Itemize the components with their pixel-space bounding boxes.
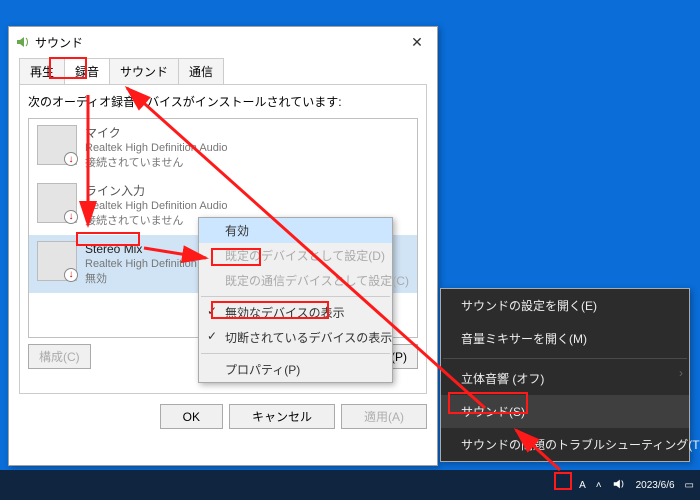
- sound-tray-context-menu: サウンドの設定を開く(E) 音量ミキサーを開く(M) 立体音響 (オフ)› サウ…: [440, 288, 690, 462]
- ctx-properties[interactable]: プロパティ(P): [199, 357, 392, 382]
- window-title: サウンド: [35, 34, 83, 51]
- device-driver: Realtek High Definition Audio: [85, 141, 227, 156]
- apply-button[interactable]: 適用(A): [341, 404, 427, 429]
- cancel-button[interactable]: キャンセル: [229, 404, 335, 429]
- down-arrow-icon: ↓: [64, 152, 78, 166]
- mic-icon: ↓: [37, 125, 77, 165]
- ok-button[interactable]: OK: [160, 404, 223, 429]
- close-button[interactable]: ✕: [397, 27, 437, 57]
- notification-icon[interactable]: ▭: [685, 480, 694, 491]
- ctx-show-disabled[interactable]: ✓無効なデバイスの表示: [199, 300, 392, 325]
- ctx-troubleshoot[interactable]: サウンドの問題のトラブルシューティング(T): [441, 428, 689, 461]
- ctx-open-volume-mixer[interactable]: 音量ミキサーを開く(M): [441, 322, 689, 355]
- ctx-show-disconnected[interactable]: ✓切断されているデバイスの表示: [199, 325, 392, 350]
- device-context-menu: 有効 既定のデバイスとして設定(D) 既定の通信デバイスとして設定(C) ✓無効…: [198, 217, 393, 383]
- device-name: マイク: [85, 125, 227, 141]
- ctx-set-comm-default[interactable]: 既定の通信デバイスとして設定(C): [199, 268, 392, 293]
- titlebar: サウンド ✕: [9, 27, 437, 57]
- tray-chevron-up-icon[interactable]: ˄: [596, 480, 602, 491]
- ctx-open-sound-settings[interactable]: サウンドの設定を開く(E): [441, 289, 689, 322]
- tab-sound[interactable]: サウンド: [109, 58, 179, 85]
- configure-button[interactable]: 構成(C): [28, 344, 91, 369]
- speaker-icon: [15, 34, 31, 50]
- taskbar: A ˄ 2023/6/6 ▭: [0, 470, 700, 500]
- separator: [201, 353, 390, 354]
- panel-instruction: 次のオーディオ録音デバイスがインストールされています:: [28, 93, 418, 110]
- list-item[interactable]: ↓ マイク Realtek High Definition Audio 接続され…: [29, 119, 417, 177]
- check-icon: ✓: [207, 329, 217, 343]
- ctx-sound[interactable]: サウンド(S): [441, 395, 689, 428]
- device-status: 接続されていません: [85, 156, 227, 171]
- device-name: ライン入力: [85, 183, 227, 199]
- stereomix-icon: ↓: [37, 241, 77, 281]
- separator: [201, 296, 390, 297]
- tab-playback[interactable]: 再生: [19, 58, 65, 85]
- taskbar-date[interactable]: 2023/6/6: [636, 480, 675, 491]
- ime-icon[interactable]: A: [579, 480, 586, 491]
- separator: [443, 358, 687, 359]
- ctx-set-default[interactable]: 既定のデバイスとして設定(D): [199, 243, 392, 268]
- check-icon: ✓: [207, 304, 217, 318]
- speaker-tray-icon[interactable]: [612, 477, 626, 494]
- chevron-right-icon: ›: [679, 366, 683, 380]
- down-arrow-icon: ↓: [64, 210, 78, 224]
- tab-communications[interactable]: 通信: [178, 58, 224, 85]
- device-driver: Realtek High Definition Audio: [85, 199, 227, 214]
- dialog-buttons: OK キャンセル 適用(A): [9, 404, 437, 437]
- down-arrow-icon: ↓: [64, 268, 78, 282]
- ctx-spatial-sound[interactable]: 立体音響 (オフ)›: [441, 362, 689, 395]
- linein-icon: ↓: [37, 183, 77, 223]
- tabs: 再生 録音 サウンド 通信: [9, 58, 437, 85]
- ctx-enable[interactable]: 有効: [199, 218, 392, 243]
- tab-recording[interactable]: 録音: [64, 58, 110, 85]
